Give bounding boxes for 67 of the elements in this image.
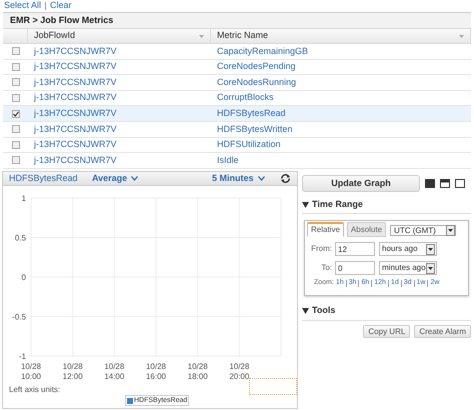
checkbox[interactable] [12,140,20,149]
tool-button[interactable]: Create Alarm [414,324,471,338]
tab[interactable]: Absolute [346,222,386,238]
y-axis-tick-label: 1 [22,194,26,204]
job-flow-id-link[interactable]: j-13H7CCSNJWR7V [28,60,211,74]
job-flow-id-link[interactable]: j-13H7CCSNJWR7V [28,138,211,152]
metric-name-link[interactable]: HDFSUtilization [211,138,471,152]
y-axis-tick-label: -0.5 [12,312,26,322]
metric-name-link[interactable]: IsIdle [211,154,471,168]
caret-icon [258,176,265,181]
checkbox[interactable] [12,156,20,164]
layout-icon[interactable] [425,178,435,188]
job-flow-id-link[interactable]: j-13H7CCSNJWR7V [28,91,211,105]
toolbar-link[interactable]: Clear [50,0,72,13]
y-axis-tick-label: 0 [22,273,26,282]
checkbox[interactable] [12,94,20,102]
metric-name-link[interactable]: CoreNodesPending [211,60,471,74]
axis-units-label: Left axis units: [9,384,60,396]
caret-icon [131,176,138,181]
to-unit-select[interactable]: minutes ago [379,261,437,276]
period-dropdown[interactable]: 5 Minutes [212,172,280,186]
column-header-label: Metric Name [217,29,268,42]
x-axis-tick-label: 10/28 20:00 [228,362,250,382]
refresh-icon[interactable] [280,173,291,184]
tab[interactable]: Relative [307,222,344,238]
metric-name-link[interactable]: CoreNodesRunning [211,76,471,90]
field-label: From: [310,243,333,256]
x-axis-tick-label: 10/28 10:00 [20,362,42,382]
checkbox[interactable] [12,78,20,86]
checkbox[interactable] [12,125,20,134]
checkbox[interactable] [12,110,20,118]
update-graph-button[interactable]: Update Graph [302,174,420,192]
timezone-select[interactable]: UTC (GMT) [390,225,456,236]
layout-icon[interactable] [440,178,450,188]
field-label: To: [320,262,333,274]
metric-name-link[interactable]: CapacityRemainingGB [211,44,471,58]
metric-name-link[interactable]: HDFSBytesRead [211,106,471,120]
from-unit-select[interactable]: hours ago [379,242,437,256]
from-field[interactable]: 12 [335,242,375,256]
tools-heading[interactable]: Tools [312,304,336,318]
statistic-dropdown[interactable]: Average [92,172,212,186]
job-flow-id-link[interactable]: j-13H7CCSNJWR7V [28,154,211,168]
collapse-triangle-icon[interactable] [302,202,309,208]
job-flow-id-link[interactable]: j-13H7CCSNJWR7V [28,122,211,136]
metric-name-link[interactable]: HDFSBytesWritten [211,122,471,136]
job-flow-id-link[interactable]: j-13H7CCSNJWR7V [28,76,211,90]
x-axis-tick-label: 10/28 16:00 [144,362,168,382]
layout-icon[interactable] [455,178,465,188]
right-axis-placeholder [249,378,297,396]
collapse-triangle-icon[interactable] [302,308,309,314]
time-range-heading[interactable]: Time Range [312,198,363,212]
job-flow-id-link[interactable]: j-13H7CCSNJWR7V [28,44,211,58]
to-field[interactable]: 0 [335,261,375,276]
y-axis-tick-label: -1 [18,352,26,362]
graph-metric-title: HDFSBytesRead [9,172,79,185]
x-axis-tick-label: 10/28 14:00 [103,362,126,382]
y-axis-tick-label: 0.5 [14,234,26,243]
x-axis-tick-label: 10/28 12:00 [62,362,84,382]
tool-button[interactable]: Copy URL [363,324,410,338]
metric-name-link[interactable]: CorruptBlocks [211,91,471,105]
toolbar-link[interactable]: Select All [4,0,42,13]
checkbox[interactable] [12,47,20,56]
column-header-label: JobFlowId [34,29,76,42]
checkbox[interactable] [12,62,20,71]
table-title: EMR > Job Flow Metrics [3,13,471,28]
x-axis-tick-label: 10/28 18:00 [186,362,209,382]
job-flow-id-link[interactable]: j-13H7CCSNJWR7V [28,106,211,120]
